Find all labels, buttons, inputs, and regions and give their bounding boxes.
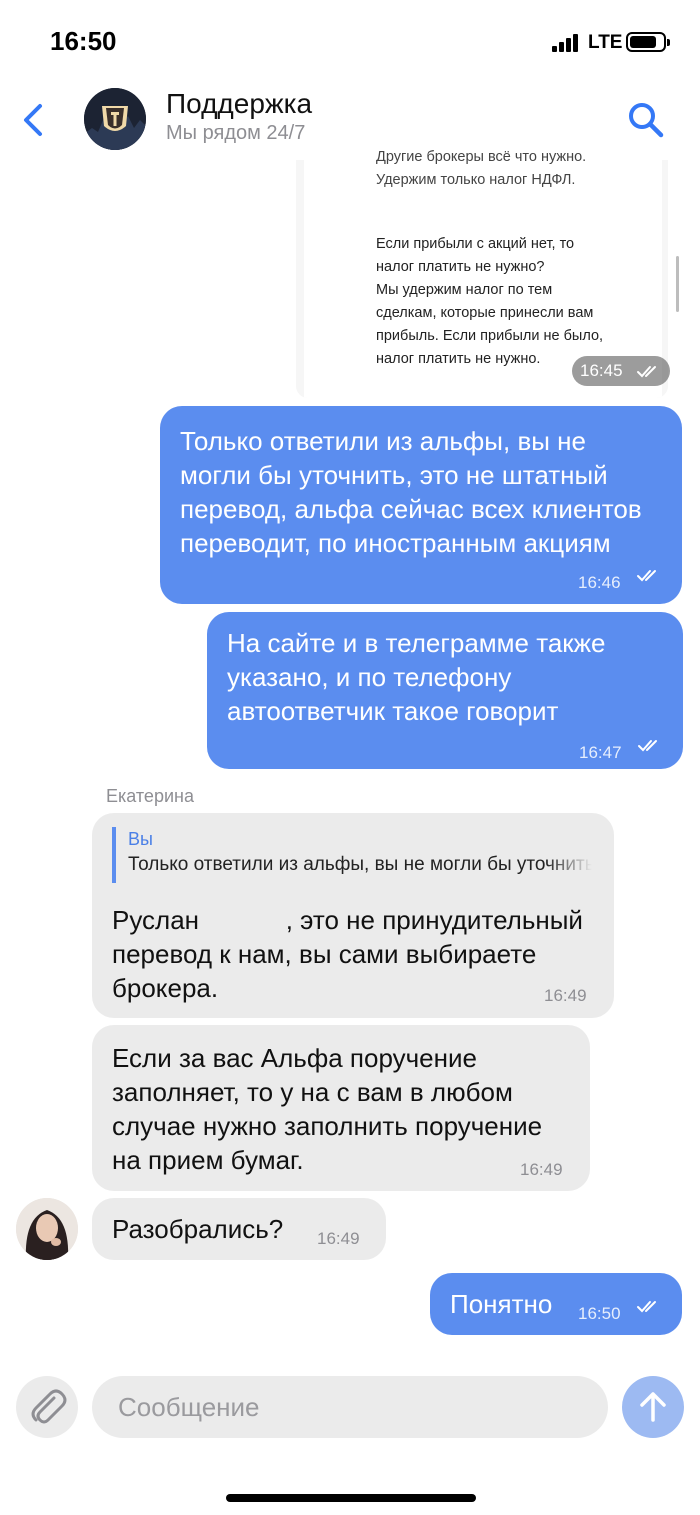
double-check-icon [637, 570, 656, 582]
message-text: Руслан , это не принудительный перевод к… [112, 905, 591, 1003]
agent-avatar[interactable] [16, 1198, 78, 1260]
chat-subtitle: Мы рядом 24/7 [166, 122, 306, 144]
message-text: Если за вас Альфа поручение заполняет, т… [112, 1043, 543, 1175]
search-icon[interactable] [626, 100, 666, 140]
double-check-icon [638, 740, 657, 752]
image-scrollbar [676, 256, 679, 312]
arrow-up-icon [640, 1392, 666, 1422]
home-indicator [226, 1494, 476, 1502]
message-bubble-incoming[interactable]: Разобрались? 16:49 [92, 1198, 386, 1260]
image-message-time: 16:45 [572, 356, 670, 386]
message-bubble-outgoing[interactable]: Только ответили из альфы, вы не могли бы… [160, 406, 682, 604]
paperclip-icon [31, 1389, 67, 1424]
reply-preview[interactable]: Вы Только ответили из альфы, вы не могли… [112, 827, 592, 883]
message-input[interactable] [92, 1376, 608, 1438]
message-text: Понятно [450, 1289, 553, 1319]
message-text: На сайте и в телеграмме также указано, и… [227, 628, 606, 726]
signal-icon [552, 34, 578, 52]
double-check-icon [637, 366, 656, 378]
network-label: LTE [588, 32, 623, 53]
message-list[interactable]: Другие брокеры всё что нужно. Удержим то… [0, 149, 700, 1360]
sender-name: Екатерина [106, 786, 194, 806]
status-time: 16:50 [50, 26, 117, 56]
image-text-body: Если прибыли с акций нет, то налог плати… [376, 236, 604, 367]
image-text-top: Другие брокеры всё что нужно. Удержим то… [376, 149, 587, 188]
message-time: 16:49 [544, 986, 587, 1005]
message-time: 16:46 [578, 573, 621, 592]
message-time: 16:49 [520, 1160, 563, 1179]
attach-button[interactable] [16, 1376, 78, 1438]
reply-text: Только ответили из альфы, вы не могли бы… [128, 854, 592, 875]
back-icon[interactable] [18, 100, 50, 140]
message-time: 16:45 [580, 361, 623, 380]
message-bubble-outgoing[interactable]: Понятно 16:50 [430, 1273, 682, 1335]
message-time: 16:49 [317, 1229, 360, 1248]
battery-icon [626, 32, 670, 52]
message-bubble-incoming[interactable]: Если за вас Альфа поручение заполняет, т… [92, 1025, 590, 1191]
message-composer [0, 1360, 700, 1515]
double-check-icon [637, 1301, 656, 1313]
message-time: 16:47 [579, 743, 622, 762]
message-bubble-incoming[interactable]: Вы Только ответили из альфы, вы не могли… [92, 813, 614, 1018]
send-button[interactable] [622, 1376, 684, 1438]
chat-header: Поддержка Мы рядом 24/7 [0, 80, 700, 160]
reply-author: Вы [128, 829, 153, 849]
message-bubble-outgoing[interactable]: На сайте и в телеграмме также указано, и… [207, 612, 683, 769]
chat-title: Поддержка [166, 88, 313, 119]
support-avatar[interactable] [84, 88, 146, 150]
status-bar: 16:50 LTE [0, 0, 700, 80]
message-text: Только ответили из альфы, вы не могли бы… [180, 426, 642, 558]
message-time: 16:50 [578, 1304, 621, 1323]
